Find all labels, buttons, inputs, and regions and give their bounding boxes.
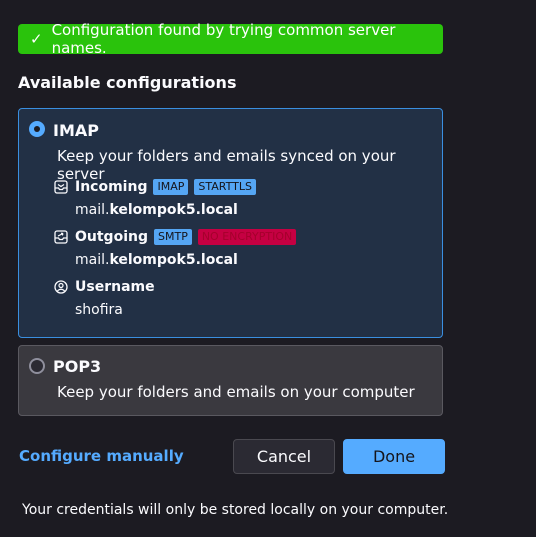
outgoing-host-domain: kelompok5.local <box>109 252 238 268</box>
pop3-description: Keep your folders and emails on your com… <box>57 383 415 401</box>
success-banner: ✓ Configuration found by trying common s… <box>18 21 443 57</box>
incoming-server-row: Incoming IMAP STARTTLS <box>53 179 256 195</box>
config-option-imap[interactable]: IMAP Keep your folders and emails synced… <box>18 108 443 338</box>
username-label: Username <box>75 279 155 295</box>
imap-radio[interactable] <box>29 121 45 137</box>
user-circle-icon <box>53 279 69 295</box>
outgoing-server-row: Outgoing SMTP NO ENCRYPTION <box>53 229 297 245</box>
pop3-radio[interactable] <box>29 358 45 374</box>
pop3-protocol-name: POP3 <box>53 357 102 376</box>
outbox-icon <box>53 229 69 245</box>
credentials-note: Your credentials will only be stored loc… <box>22 502 449 518</box>
imap-protocol-name: IMAP <box>53 121 99 140</box>
account-setup-panel: ✓ Configuration found by trying common s… <box>0 0 536 537</box>
banner-text: Configuration found by trying common ser… <box>51 21 396 57</box>
done-button[interactable]: Done <box>343 439 445 474</box>
imap-description: Keep your folders and emails synced on y… <box>57 147 396 183</box>
username-row: Username <box>53 279 155 295</box>
check-icon: ✓ <box>30 29 43 48</box>
incoming-label: Incoming <box>75 179 148 195</box>
imap-badge: IMAP <box>153 179 189 195</box>
outgoing-host-prefix: mail. <box>75 252 110 268</box>
incoming-host-prefix: mail. <box>75 202 110 218</box>
configure-manually-link[interactable]: Configure manually <box>19 447 184 465</box>
config-option-pop3[interactable]: POP3 Keep your folders and emails on you… <box>18 345 443 416</box>
no-encryption-badge: NO ENCRYPTION <box>197 229 297 245</box>
outgoing-label: Outgoing <box>75 229 148 245</box>
inbox-icon <box>53 179 69 195</box>
section-title: Available configurations <box>18 73 237 92</box>
outgoing-host: mail.kelompok5.local <box>75 252 238 268</box>
incoming-host: mail.kelompok5.local <box>75 202 238 218</box>
username-value: shofira <box>75 302 123 318</box>
incoming-host-domain: kelompok5.local <box>109 202 238 218</box>
cancel-button[interactable]: Cancel <box>233 439 335 474</box>
starttls-badge: STARTTLS <box>194 179 256 195</box>
smtp-badge: SMTP <box>154 229 192 245</box>
